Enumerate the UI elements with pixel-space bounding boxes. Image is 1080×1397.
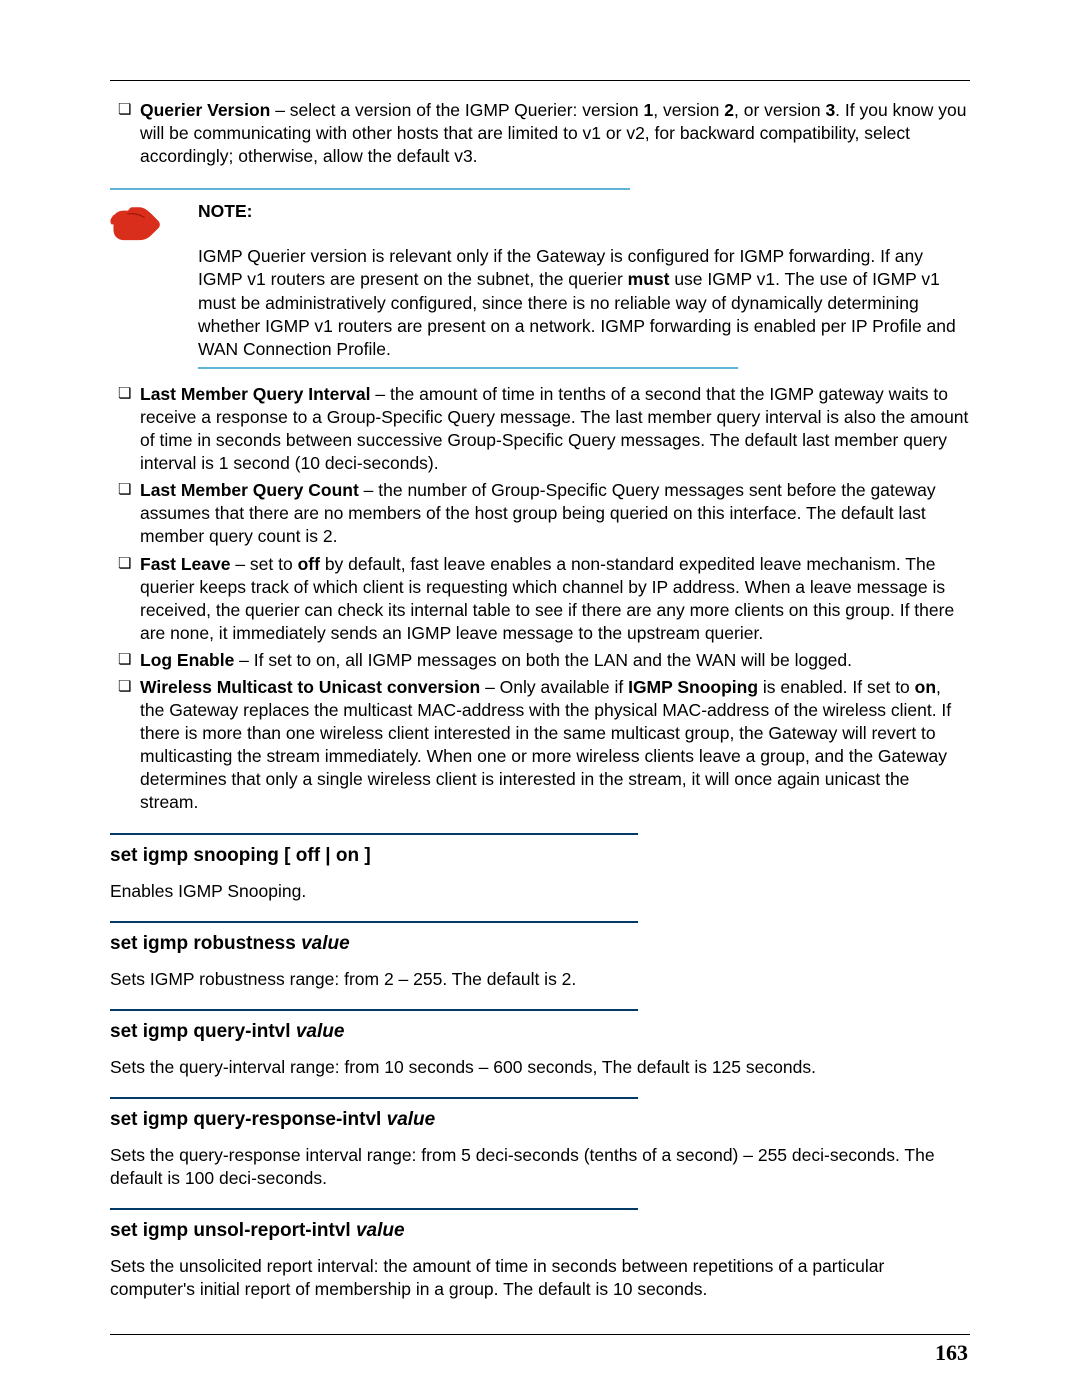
bullet-list-top: ❏ Querier Version – select a version of … (118, 99, 970, 168)
section-igmp-unsol-report-intvl: set igmp unsol-report-intvl value Sets t… (110, 1208, 970, 1301)
bullet-icon: ❏ (118, 99, 140, 168)
term-querier-version: Querier Version (140, 100, 270, 120)
pointing-hand-icon (110, 202, 162, 244)
list-item: ❏ Fast Leave – set to off by default, fa… (118, 553, 970, 645)
section-divider (110, 1208, 638, 1210)
bullet-text: Querier Version – select a version of th… (140, 99, 970, 168)
section-description: Sets IGMP robustness range: from 2 – 255… (110, 968, 970, 991)
bullet-text: Last Member Query Interval – the amount … (140, 383, 970, 475)
bottom-horizontal-rule (110, 1334, 970, 1335)
term-fast-leave: Fast Leave (140, 554, 230, 574)
list-item: ❏ Log Enable – If set to on, all IGMP me… (118, 649, 970, 672)
page-number: 163 (935, 1338, 968, 1367)
section-igmp-query-response-intvl: set igmp query-response-intvl value Sets… (110, 1097, 970, 1190)
bullet-text: Wireless Multicast to Unicast conversion… (140, 676, 970, 815)
term-last-member-query-interval: Last Member Query Interval (140, 384, 371, 404)
term-wireless-multicast-unicast: Wireless Multicast to Unicast conversion (140, 677, 480, 697)
bullet-icon: ❏ (118, 479, 140, 548)
list-item: ❏ Last Member Query Interval – the amoun… (118, 383, 970, 475)
bullet-text: Log Enable – If set to on, all IGMP mess… (140, 649, 970, 672)
page-content: ❏ Querier Version – select a version of … (110, 80, 970, 1308)
section-heading: set igmp unsol-report-intvl value (110, 1218, 970, 1243)
section-heading: set igmp query-intvl value (110, 1019, 970, 1044)
section-description: Sets the unsolicited report interval: th… (110, 1255, 970, 1301)
section-description: Sets the query-response interval range: … (110, 1144, 970, 1190)
list-item: ❏ Last Member Query Count – the number o… (118, 479, 970, 548)
bullet-list-middle: ❏ Last Member Query Interval – the amoun… (118, 383, 970, 815)
section-igmp-robustness: set igmp robustness value Sets IGMP robu… (110, 921, 970, 991)
bullet-icon: ❏ (118, 553, 140, 645)
top-horizontal-rule (110, 80, 970, 81)
bullet-text: Fast Leave – set to off by default, fast… (140, 553, 970, 645)
bullet-icon: ❏ (118, 676, 140, 815)
note-bottom-rule (198, 367, 738, 369)
section-heading: set igmp robustness value (110, 931, 970, 956)
section-heading: set igmp query-response-intvl value (110, 1107, 970, 1132)
note-top-rule (110, 188, 630, 190)
section-igmp-snooping: set igmp snooping [ off | on ] Enables I… (110, 833, 970, 903)
note-block: NOTE: IGMP Querier version is relevant o… (110, 188, 970, 369)
list-item: ❏ Querier Version – select a version of … (118, 99, 970, 168)
term-log-enable: Log Enable (140, 650, 234, 670)
section-divider (110, 921, 638, 923)
note-icon-column (110, 200, 198, 361)
term-last-member-query-count: Last Member Query Count (140, 480, 359, 500)
section-description: Enables IGMP Snooping. (110, 880, 970, 903)
list-item: ❏ Wireless Multicast to Unicast conversi… (118, 676, 970, 815)
bullet-text: Last Member Query Count – the number of … (140, 479, 970, 548)
section-heading: set igmp snooping [ off | on ] (110, 843, 970, 868)
section-description: Sets the query-interval range: from 10 s… (110, 1056, 970, 1079)
bullet-icon: ❏ (118, 383, 140, 475)
note-body: NOTE: IGMP Querier version is relevant o… (198, 200, 970, 361)
note-heading: NOTE: (198, 200, 970, 223)
bullet-icon: ❏ (118, 649, 140, 672)
section-divider (110, 1009, 638, 1011)
section-divider (110, 1097, 638, 1099)
note-text: IGMP Querier version is relevant only if… (198, 245, 970, 360)
section-divider (110, 833, 638, 835)
section-igmp-query-intvl: set igmp query-intvl value Sets the quer… (110, 1009, 970, 1079)
